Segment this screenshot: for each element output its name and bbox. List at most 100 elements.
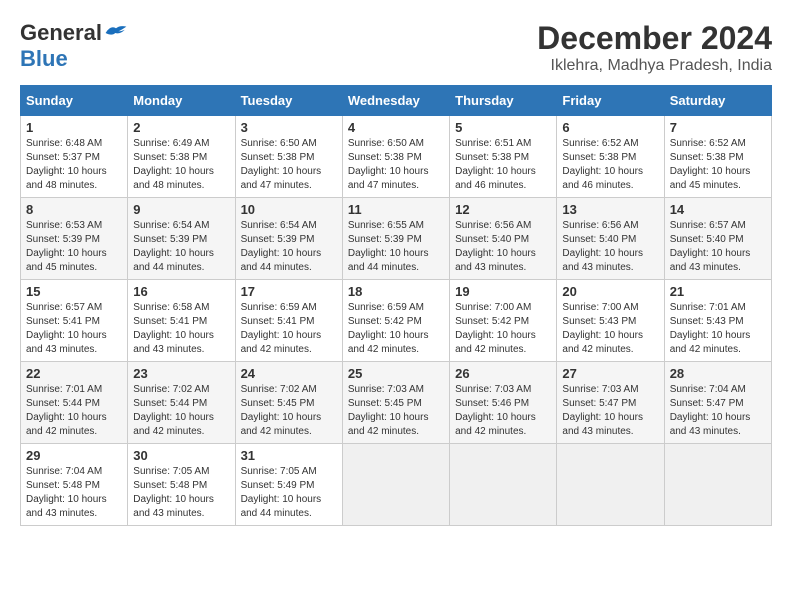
calendar-day-cell: 9 Sunrise: 6:54 AM Sunset: 5:39 PM Dayli… xyxy=(128,198,235,280)
calendar-day-cell: 26 Sunrise: 7:03 AM Sunset: 5:46 PM Dayl… xyxy=(450,362,557,444)
daylight-text: Daylight: 10 hours and 43 minutes. xyxy=(133,494,214,519)
calendar-day-cell: 22 Sunrise: 7:01 AM Sunset: 5:44 PM Dayl… xyxy=(21,362,128,444)
day-number: 10 xyxy=(241,202,337,217)
sunrise-text: Sunrise: 7:02 AM xyxy=(133,384,209,395)
day-info: Sunrise: 7:01 AM Sunset: 5:44 PM Dayligh… xyxy=(26,383,122,439)
sunset-text: Sunset: 5:38 PM xyxy=(670,152,744,163)
sunset-text: Sunset: 5:42 PM xyxy=(348,316,422,327)
day-number: 7 xyxy=(670,120,766,135)
daylight-text: Daylight: 10 hours and 44 minutes. xyxy=(241,248,322,273)
calendar-table: Sunday Monday Tuesday Wednesday Thursday… xyxy=(20,85,772,526)
day-info: Sunrise: 6:57 AM Sunset: 5:41 PM Dayligh… xyxy=(26,301,122,357)
calendar-day-cell: 18 Sunrise: 6:59 AM Sunset: 5:42 PM Dayl… xyxy=(342,280,449,362)
day-info: Sunrise: 7:02 AM Sunset: 5:45 PM Dayligh… xyxy=(241,383,337,439)
day-number: 12 xyxy=(455,202,551,217)
calendar-day-cell xyxy=(450,444,557,526)
daylight-text: Daylight: 10 hours and 42 minutes. xyxy=(455,412,536,437)
day-number: 19 xyxy=(455,284,551,299)
day-number: 17 xyxy=(241,284,337,299)
day-info: Sunrise: 7:03 AM Sunset: 5:46 PM Dayligh… xyxy=(455,383,551,439)
sunset-text: Sunset: 5:37 PM xyxy=(26,152,100,163)
day-number: 5 xyxy=(455,120,551,135)
calendar-title: December 2024 xyxy=(537,20,772,57)
day-number: 13 xyxy=(562,202,658,217)
daylight-text: Daylight: 10 hours and 44 minutes. xyxy=(348,248,429,273)
day-info: Sunrise: 6:54 AM Sunset: 5:39 PM Dayligh… xyxy=(241,219,337,275)
sunset-text: Sunset: 5:40 PM xyxy=(670,234,744,245)
day-info: Sunrise: 7:04 AM Sunset: 5:48 PM Dayligh… xyxy=(26,465,122,521)
header-saturday: Saturday xyxy=(664,86,771,116)
logo-bird-icon xyxy=(104,23,128,43)
daylight-text: Daylight: 10 hours and 42 minutes. xyxy=(455,330,536,355)
day-info: Sunrise: 7:02 AM Sunset: 5:44 PM Dayligh… xyxy=(133,383,229,439)
calendar-day-cell: 27 Sunrise: 7:03 AM Sunset: 5:47 PM Dayl… xyxy=(557,362,664,444)
sunrise-text: Sunrise: 6:58 AM xyxy=(133,302,209,313)
logo-blue-text: Blue xyxy=(20,46,68,71)
calendar-day-cell: 7 Sunrise: 6:52 AM Sunset: 5:38 PM Dayli… xyxy=(664,116,771,198)
sunrise-text: Sunrise: 6:52 AM xyxy=(670,138,746,149)
sunset-text: Sunset: 5:39 PM xyxy=(133,234,207,245)
logo: General xyxy=(20,20,128,46)
day-number: 26 xyxy=(455,366,551,381)
daylight-text: Daylight: 10 hours and 43 minutes. xyxy=(26,494,107,519)
day-info: Sunrise: 6:56 AM Sunset: 5:40 PM Dayligh… xyxy=(455,219,551,275)
sunset-text: Sunset: 5:39 PM xyxy=(241,234,315,245)
daylight-text: Daylight: 10 hours and 43 minutes. xyxy=(455,248,536,273)
day-info: Sunrise: 6:54 AM Sunset: 5:39 PM Dayligh… xyxy=(133,219,229,275)
calendar-day-cell: 29 Sunrise: 7:04 AM Sunset: 5:48 PM Dayl… xyxy=(21,444,128,526)
daylight-text: Daylight: 10 hours and 46 minutes. xyxy=(562,166,643,191)
daylight-text: Daylight: 10 hours and 46 minutes. xyxy=(455,166,536,191)
sunrise-text: Sunrise: 7:00 AM xyxy=(455,302,531,313)
sunset-text: Sunset: 5:47 PM xyxy=(670,398,744,409)
calendar-day-cell: 19 Sunrise: 7:00 AM Sunset: 5:42 PM Dayl… xyxy=(450,280,557,362)
sunset-text: Sunset: 5:38 PM xyxy=(455,152,529,163)
daylight-text: Daylight: 10 hours and 43 minutes. xyxy=(133,330,214,355)
day-number: 1 xyxy=(26,120,122,135)
title-area: December 2024 Iklehra, Madhya Pradesh, I… xyxy=(537,20,772,75)
day-number: 20 xyxy=(562,284,658,299)
calendar-day-cell xyxy=(664,444,771,526)
day-info: Sunrise: 7:03 AM Sunset: 5:47 PM Dayligh… xyxy=(562,383,658,439)
sunrise-text: Sunrise: 7:04 AM xyxy=(26,466,102,477)
daylight-text: Daylight: 10 hours and 42 minutes. xyxy=(562,330,643,355)
calendar-day-cell: 5 Sunrise: 6:51 AM Sunset: 5:38 PM Dayli… xyxy=(450,116,557,198)
calendar-day-cell xyxy=(557,444,664,526)
daylight-text: Daylight: 10 hours and 44 minutes. xyxy=(133,248,214,273)
day-info: Sunrise: 7:05 AM Sunset: 5:49 PM Dayligh… xyxy=(241,465,337,521)
calendar-day-cell: 11 Sunrise: 6:55 AM Sunset: 5:39 PM Dayl… xyxy=(342,198,449,280)
sunrise-text: Sunrise: 6:52 AM xyxy=(562,138,638,149)
day-number: 23 xyxy=(133,366,229,381)
day-number: 14 xyxy=(670,202,766,217)
daylight-text: Daylight: 10 hours and 48 minutes. xyxy=(26,166,107,191)
day-number: 31 xyxy=(241,448,337,463)
sunrise-text: Sunrise: 6:56 AM xyxy=(562,220,638,231)
daylight-text: Daylight: 10 hours and 48 minutes. xyxy=(133,166,214,191)
sunrise-text: Sunrise: 7:03 AM xyxy=(562,384,638,395)
day-info: Sunrise: 7:01 AM Sunset: 5:43 PM Dayligh… xyxy=(670,301,766,357)
day-number: 3 xyxy=(241,120,337,135)
sunrise-text: Sunrise: 6:59 AM xyxy=(241,302,317,313)
sunrise-text: Sunrise: 7:03 AM xyxy=(455,384,531,395)
sunrise-text: Sunrise: 6:51 AM xyxy=(455,138,531,149)
daylight-text: Daylight: 10 hours and 42 minutes. xyxy=(670,330,751,355)
day-info: Sunrise: 7:00 AM Sunset: 5:43 PM Dayligh… xyxy=(562,301,658,357)
daylight-text: Daylight: 10 hours and 43 minutes. xyxy=(26,330,107,355)
logo-general-text: General xyxy=(20,20,102,46)
day-number: 9 xyxy=(133,202,229,217)
day-number: 16 xyxy=(133,284,229,299)
daylight-text: Daylight: 10 hours and 43 minutes. xyxy=(670,412,751,437)
day-info: Sunrise: 7:04 AM Sunset: 5:47 PM Dayligh… xyxy=(670,383,766,439)
day-info: Sunrise: 6:53 AM Sunset: 5:39 PM Dayligh… xyxy=(26,219,122,275)
sunset-text: Sunset: 5:40 PM xyxy=(455,234,529,245)
day-info: Sunrise: 6:52 AM Sunset: 5:38 PM Dayligh… xyxy=(670,137,766,193)
sunset-text: Sunset: 5:48 PM xyxy=(133,480,207,491)
calendar-day-cell xyxy=(342,444,449,526)
day-info: Sunrise: 6:56 AM Sunset: 5:40 PM Dayligh… xyxy=(562,219,658,275)
sunrise-text: Sunrise: 6:50 AM xyxy=(241,138,317,149)
sunset-text: Sunset: 5:43 PM xyxy=(562,316,636,327)
day-info: Sunrise: 6:55 AM Sunset: 5:39 PM Dayligh… xyxy=(348,219,444,275)
calendar-day-cell: 28 Sunrise: 7:04 AM Sunset: 5:47 PM Dayl… xyxy=(664,362,771,444)
calendar-day-cell: 1 Sunrise: 6:48 AM Sunset: 5:37 PM Dayli… xyxy=(21,116,128,198)
daylight-text: Daylight: 10 hours and 47 minutes. xyxy=(348,166,429,191)
daylight-text: Daylight: 10 hours and 47 minutes. xyxy=(241,166,322,191)
